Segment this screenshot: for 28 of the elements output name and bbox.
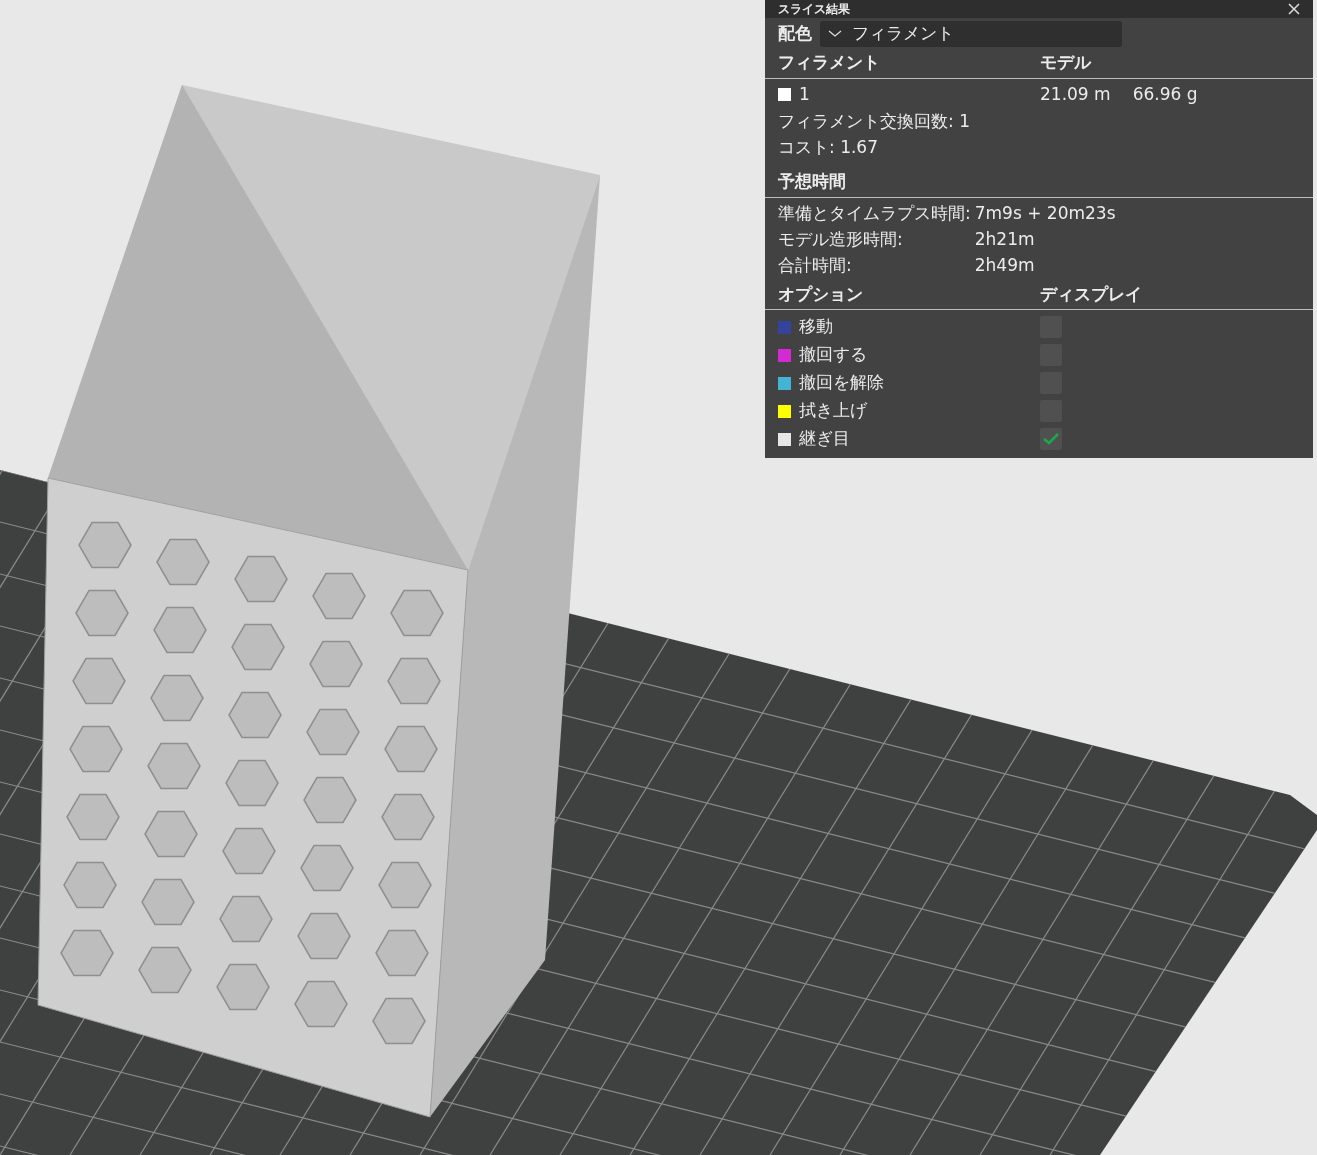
time-value: 2h21m xyxy=(974,227,1036,251)
time-label: 合計時間: xyxy=(778,253,853,277)
section-header: 予想時間 xyxy=(778,171,846,191)
option-label: 拭き上げ xyxy=(799,399,867,423)
filament-number: 1 xyxy=(799,82,810,106)
color-scheme-dropdown[interactable]: フィラメント xyxy=(820,21,1122,47)
option-label: 撤回する xyxy=(799,343,867,367)
stat-text: フィラメント交換回数: 1 xyxy=(777,110,971,133)
stat-text: コスト: 1.67 xyxy=(777,136,879,159)
time-value: 2h49m xyxy=(974,253,1036,277)
panel-title: スライス結果 xyxy=(778,3,850,15)
checkmark-icon xyxy=(1043,433,1059,445)
color-scheme-label: 配色 xyxy=(778,22,812,46)
time-label: 準備とタイムラプス時間: xyxy=(778,201,971,225)
option-label: 撤回を解除 xyxy=(799,371,884,395)
time-value: 7m9s + 20m23s xyxy=(974,201,1117,225)
filament-weight: 66.96 g xyxy=(1132,82,1198,106)
filament-length: 21.09 m xyxy=(1040,82,1111,106)
option-label: 移動 xyxy=(799,315,833,339)
time-label: モデル造形時間: xyxy=(778,227,904,251)
column-header: オプション xyxy=(778,282,864,306)
display-checkbox[interactable] xyxy=(1040,428,1062,450)
chevron-down-icon xyxy=(828,30,842,38)
column-header: ディスプレイ xyxy=(1040,282,1143,306)
column-header: モデル xyxy=(1040,51,1093,74)
option-label: 継ぎ目 xyxy=(799,427,850,451)
close-icon[interactable] xyxy=(1288,3,1300,15)
column-header: フィラメント xyxy=(778,51,881,74)
